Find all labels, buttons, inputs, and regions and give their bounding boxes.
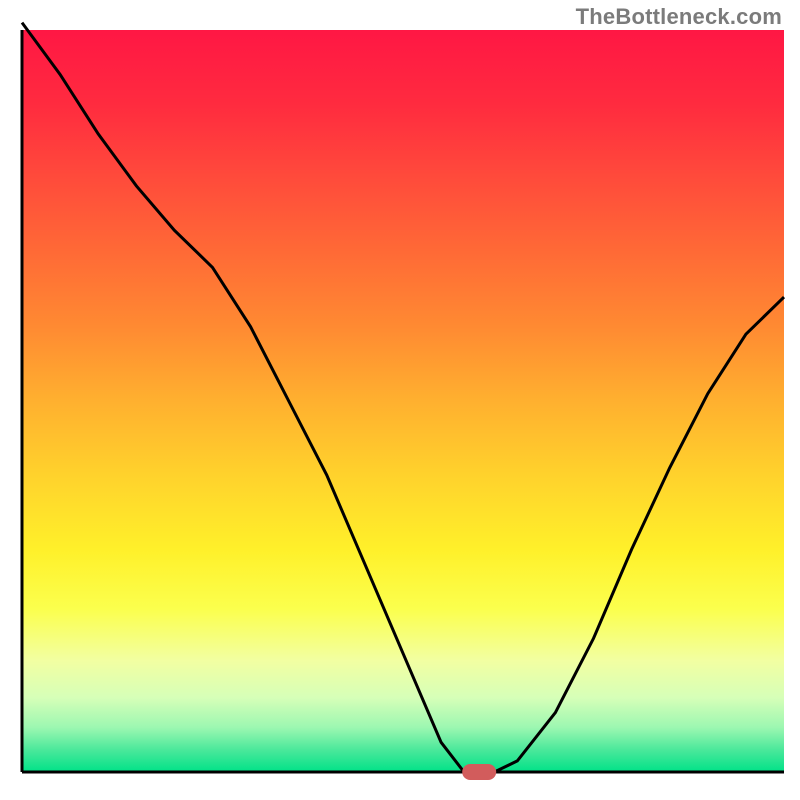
chart-container: TheBottleneck.com xyxy=(0,0,800,800)
watermark-text: TheBottleneck.com xyxy=(576,4,782,30)
optimum-marker xyxy=(462,764,496,780)
plot-background xyxy=(22,30,784,772)
bottleneck-chart xyxy=(0,0,800,800)
